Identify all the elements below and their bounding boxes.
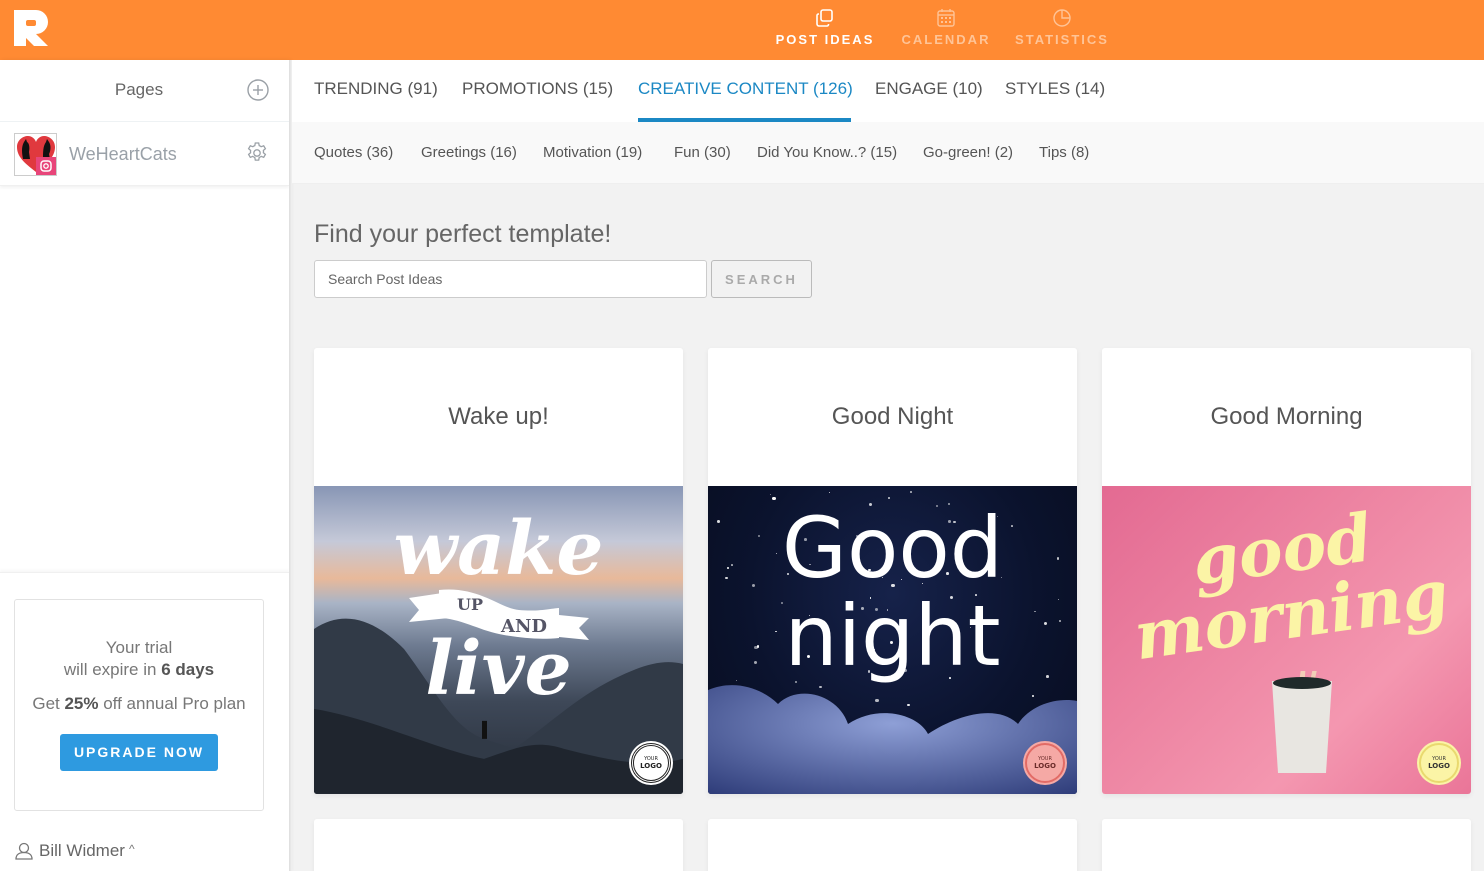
search-input[interactable] [314, 260, 707, 298]
search-button[interactable]: SEARCH [711, 260, 812, 298]
chevron-up-icon: ^ [128, 842, 135, 856]
subtab-go-green[interactable]: Go-green! (2) [923, 144, 1013, 161]
image-text: wake [314, 506, 683, 592]
logo-text: LOGO [640, 762, 662, 770]
svg-text:UP: UP [457, 595, 483, 614]
image-text-line: Good [781, 499, 1004, 597]
page-item[interactable]: WeHeartCats [0, 122, 289, 186]
trial-expiry-prefix: will expire in [63, 660, 162, 679]
heart-cats-icon [17, 136, 56, 175]
subtab-greetings[interactable]: Greetings (16) [421, 144, 517, 161]
star [772, 497, 776, 501]
subcategory-tabs: Quotes (36) Greetings (16) Motivation (1… [292, 122, 1484, 184]
sidebar-bottom: Your trial will expire in 6 days Get 25%… [0, 572, 289, 871]
top-bar: POST IDEAS CALENDAR STATISTICS [0, 0, 1484, 60]
user-name: Bill Widmer [39, 841, 125, 860]
trial-text: Your trial [105, 638, 173, 657]
your-logo-badge: YOUR LOGO [1025, 743, 1065, 783]
category-tabs: TRENDING (91) PROMOTIONS (15) CREATIVE C… [292, 60, 1484, 122]
image-text-line: night [784, 587, 1001, 686]
template-card[interactable] [1102, 819, 1471, 871]
subtab-fun[interactable]: Fun (30) [674, 144, 731, 161]
app-logo-icon[interactable] [12, 8, 50, 48]
trial-offer: Get 25% off annual Pro plan [15, 694, 263, 714]
offer-suffix: off annual Pro plan [98, 694, 246, 713]
template-card[interactable]: Good Morning good morning YOUR LOGO [1102, 348, 1471, 794]
card-image: wake UP AND live YOUR LOGO [314, 486, 683, 794]
tab-promotions[interactable]: PROMOTIONS (15) [462, 79, 613, 99]
card-title: Wake up! [448, 403, 549, 430]
logo-text: LOGO [1428, 762, 1450, 770]
subtab-tips[interactable]: Tips (8) [1039, 144, 1089, 161]
image-text-line: wake [393, 506, 604, 592]
pages-title: Pages [114, 80, 164, 99]
copy-icon [816, 9, 833, 27]
star [910, 491, 913, 494]
topnav-statistics[interactable]: STATISTICS [1004, 0, 1120, 60]
coffee-cup-graphic [1272, 671, 1332, 773]
template-card[interactable]: Wake up! wake UP AND live YOUR LOGO [314, 348, 683, 794]
top-nav: POST IDEAS CALENDAR STATISTICS [766, 0, 1120, 60]
user-menu[interactable]: Bill Widmer ^ [14, 841, 135, 861]
tab-trending[interactable]: TRENDING (91) [314, 79, 438, 99]
topnav-label: STATISTICS [1015, 32, 1109, 47]
card-title: Good Morning [1210, 403, 1363, 430]
topnav-post-ideas[interactable]: POST IDEAS [766, 0, 884, 60]
trial-card: Your trial will expire in 6 days Get 25%… [14, 599, 264, 811]
trial-expiry: will expire in 6 days [15, 660, 263, 680]
your-logo-badge: YOUR LOGO [1419, 743, 1459, 783]
card-image: Good night YOUR LOGO [708, 486, 1077, 794]
pie-chart-icon [1053, 9, 1071, 27]
gear-icon[interactable] [245, 141, 269, 165]
pages-header: Pages [0, 60, 289, 122]
image-text: live [314, 626, 683, 712]
logo-text: LOGO [1034, 762, 1056, 770]
calendar-icon [937, 9, 955, 27]
offer-percent: 25% [64, 694, 99, 713]
page-name: WeHeartCats [69, 144, 177, 164]
search-heading: Find your perfect template! [314, 220, 612, 248]
page-avatar [14, 133, 57, 176]
your-logo-badge: YOUR LOGO [631, 743, 671, 783]
card-title: Good Night [831, 403, 954, 430]
offer-prefix: Get [32, 694, 65, 713]
image-text-line: live [425, 626, 572, 712]
template-card[interactable] [708, 819, 1077, 871]
subtab-quotes[interactable]: Quotes (36) [314, 144, 393, 161]
topnav-label: POST IDEAS [775, 32, 875, 47]
subtab-did-you-know[interactable]: Did You Know..? (15) [757, 144, 897, 161]
star [769, 494, 771, 496]
topnav-calendar[interactable]: CALENDAR [890, 0, 1002, 60]
subtab-motivation[interactable]: Motivation (19) [543, 144, 642, 161]
star [828, 492, 830, 494]
upgrade-now-button[interactable]: UPGRADE NOW [60, 734, 218, 771]
trial-days: 6 days [161, 660, 215, 679]
sidebar: Pages WeHeartCats Your trial will expire… [0, 60, 289, 871]
template-card[interactable] [314, 819, 683, 871]
template-card[interactable]: Good Night Good night YOUR LOGO [708, 348, 1077, 794]
tab-engage[interactable]: ENGAGE (10) [875, 79, 983, 99]
image-text: Good night [708, 499, 1077, 686]
topnav-label: CALENDAR [901, 32, 991, 47]
image-text: good morning [1102, 491, 1471, 675]
tab-styles[interactable]: STYLES (14) [1005, 79, 1105, 99]
plus-circle-icon[interactable] [246, 78, 270, 102]
user-icon [15, 842, 33, 860]
tab-creative-content[interactable]: CREATIVE CONTENT (126) [638, 79, 853, 99]
card-image: good morning YOUR LOGO [1102, 486, 1471, 794]
